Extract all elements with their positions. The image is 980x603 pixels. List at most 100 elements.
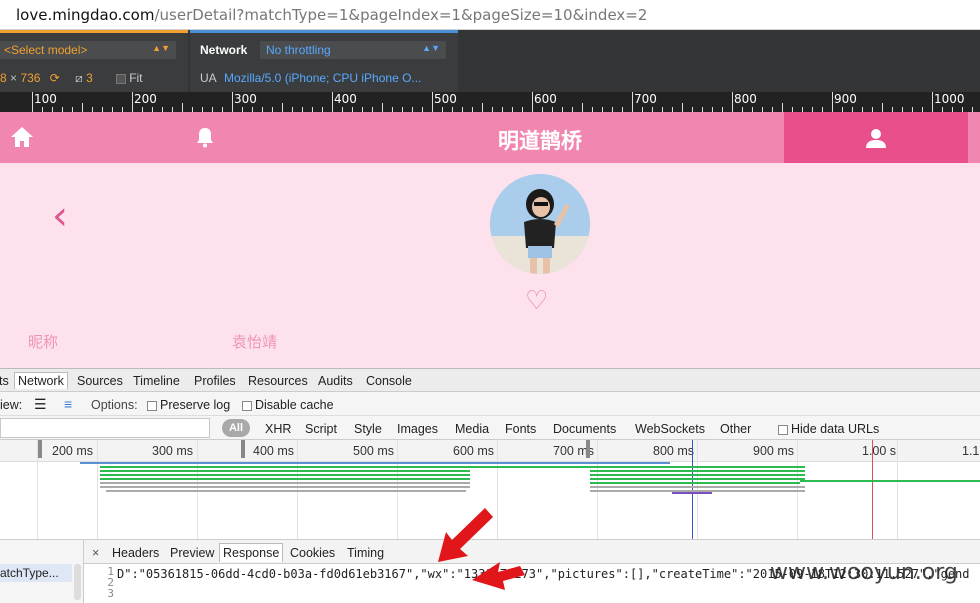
- width-value[interactable]: 8: [0, 71, 7, 85]
- line-numbers: 1 2 3: [107, 565, 114, 600]
- tab-timeline[interactable]: Timeline: [133, 374, 180, 388]
- timeline-request-bar: [590, 466, 805, 468]
- filter-fonts[interactable]: Fonts: [505, 422, 536, 436]
- ruler-label: 200: [134, 92, 157, 106]
- ruler-tick: [432, 92, 433, 112]
- disable-cache-label: Disable cache: [255, 398, 334, 412]
- network-label: Network: [200, 43, 248, 57]
- filter-style[interactable]: Style: [354, 422, 382, 436]
- tab-resources[interactable]: Resources: [248, 374, 308, 388]
- timeline-tick-label: 900 ms: [753, 444, 794, 458]
- tab-audits[interactable]: Audits: [318, 374, 353, 388]
- profile-section: ‹ ♡ 昵称 袁怡靖: [0, 163, 980, 368]
- tab-cookies[interactable]: Cookies: [290, 546, 335, 560]
- request-row[interactable]: atchType...: [0, 564, 72, 582]
- view-label: iew:: [0, 398, 23, 412]
- tab-elements[interactable]: ts: [0, 374, 9, 388]
- scrollbar[interactable]: [74, 564, 81, 600]
- timeline-request-bar: [100, 470, 470, 472]
- timeline-marker: [38, 440, 42, 458]
- tab-profiles[interactable]: Profiles: [194, 374, 236, 388]
- timeline-header: 200 ms 300 ms 400 ms 500 ms 600 ms 700 ms 800 …: [0, 440, 980, 462]
- filter-script[interactable]: Script: [305, 422, 337, 436]
- timeline-request-bar: [100, 474, 470, 476]
- ruler-label: 900: [834, 92, 857, 106]
- hide-data-urls-checkbox[interactable]: [778, 424, 788, 435]
- filter-other[interactable]: Other: [720, 422, 751, 436]
- filter-all-button[interactable]: All: [222, 419, 250, 437]
- ruler-label: 800: [734, 92, 757, 106]
- ua-label: UA: [200, 71, 217, 85]
- app-header: 明道鹊桥: [0, 112, 980, 163]
- timeline-tick-label: 400 ms: [253, 444, 294, 458]
- ruler-tick: [682, 103, 683, 112]
- request-list: atchType...: [0, 540, 84, 603]
- ruler-tick: [382, 103, 383, 112]
- nickname-value: 袁怡靖: [232, 334, 278, 351]
- network-timeline-overview[interactable]: 200 ms 300 ms 400 ms 500 ms 600 ms 700 ms 800 …: [0, 440, 980, 540]
- ruler-label: 700: [634, 92, 657, 106]
- ruler: 100 200 300 400 500 600 700 800 900 1000: [0, 92, 980, 112]
- disable-cache-checkbox[interactable]: [242, 400, 252, 411]
- ruler-label: 500: [434, 92, 457, 106]
- tab-headers[interactable]: Headers: [112, 546, 159, 560]
- network-panel: Network No throttling ▲▼ UA Mozilla/5.0 (…: [190, 30, 458, 92]
- back-button[interactable]: ‹: [52, 193, 68, 239]
- scale-icon: ⧄: [75, 71, 83, 85]
- fit-checkbox[interactable]: [116, 73, 127, 84]
- ruler-label: 300: [234, 92, 257, 106]
- tab-network[interactable]: Network: [14, 372, 68, 389]
- ruler-tick: [82, 103, 83, 112]
- list-view-icon[interactable]: ☰: [34, 396, 47, 413]
- timeline-request-bar: [590, 482, 800, 484]
- ruler-tick: [282, 103, 283, 112]
- height-value[interactable]: 736: [20, 71, 40, 85]
- ruler-tick: [482, 103, 483, 112]
- waterfall-view-icon[interactable]: ≡: [64, 396, 72, 412]
- tab-console[interactable]: Console: [366, 374, 412, 388]
- address-bar[interactable]: love.mingdao.com/userDetail?matchType=1&…: [0, 0, 980, 30]
- filter-images[interactable]: Images: [397, 422, 438, 436]
- select-arrows-icon: ▲▼: [422, 43, 440, 53]
- ruler-tick: [582, 103, 583, 112]
- close-icon[interactable]: ×: [92, 546, 99, 560]
- throttle-select[interactable]: No throttling ▲▼: [260, 41, 446, 59]
- timeline-request-bar: [590, 478, 805, 480]
- scale-value[interactable]: 3: [86, 71, 93, 85]
- preserve-log-label: Preserve log: [160, 398, 231, 412]
- network-options-bar: iew: ☰ ≡ Options: Preserve log Disable c…: [0, 392, 980, 416]
- tab-sources[interactable]: Sources: [77, 374, 123, 388]
- ruler-tick: [532, 92, 533, 112]
- timeline-marker: [586, 440, 590, 458]
- filter-websockets[interactable]: WebSockets: [635, 422, 705, 436]
- user-agent-value[interactable]: Mozilla/5.0 (iPhone; CPU iPhone O...: [224, 71, 421, 85]
- timeline-request-bar: [106, 490, 466, 492]
- filter-xhr[interactable]: XHR: [265, 422, 291, 436]
- url-text[interactable]: love.mingdao.com/userDetail?matchType=1&…: [16, 6, 647, 24]
- preserve-log-checkbox[interactable]: [147, 400, 157, 411]
- filter-input[interactable]: [0, 418, 210, 438]
- tab-response[interactable]: Response: [219, 543, 284, 562]
- tab-timing[interactable]: Timing: [347, 546, 384, 560]
- app-title: 明道鹊桥: [498, 130, 582, 153]
- rotate-icon[interactable]: ⟳: [50, 71, 60, 85]
- timeline-request-bar: [590, 474, 805, 476]
- watermark: www.wooyun.org: [770, 560, 958, 585]
- filter-media[interactable]: Media: [455, 422, 489, 436]
- filter-documents[interactable]: Documents: [553, 422, 616, 436]
- ruler-label: 100: [34, 92, 57, 106]
- tab-preview[interactable]: Preview: [170, 546, 214, 560]
- model-select[interactable]: <Select model> ▲▼: [0, 41, 176, 59]
- ruler-tick: [782, 103, 783, 112]
- ruler-tick: [132, 92, 133, 112]
- ruler-tick: [332, 92, 333, 112]
- timeline-request-bar: [100, 486, 470, 488]
- heart-icon[interactable]: ♡: [525, 285, 548, 316]
- device-emulation-toolbar: <Select model> ▲▼ 8 × 736 ⟳ ⧄ 3 Fit Netwo…: [0, 30, 980, 92]
- timeline-request-bar: [80, 462, 670, 464]
- timeline-request-bar: [100, 482, 470, 484]
- ruler-tick: [182, 103, 183, 112]
- avatar[interactable]: [490, 174, 590, 274]
- timeline-request-bar: [100, 466, 610, 468]
- devtools-panel-tabs: ts Network Sources Timeline Profiles Res…: [0, 368, 980, 392]
